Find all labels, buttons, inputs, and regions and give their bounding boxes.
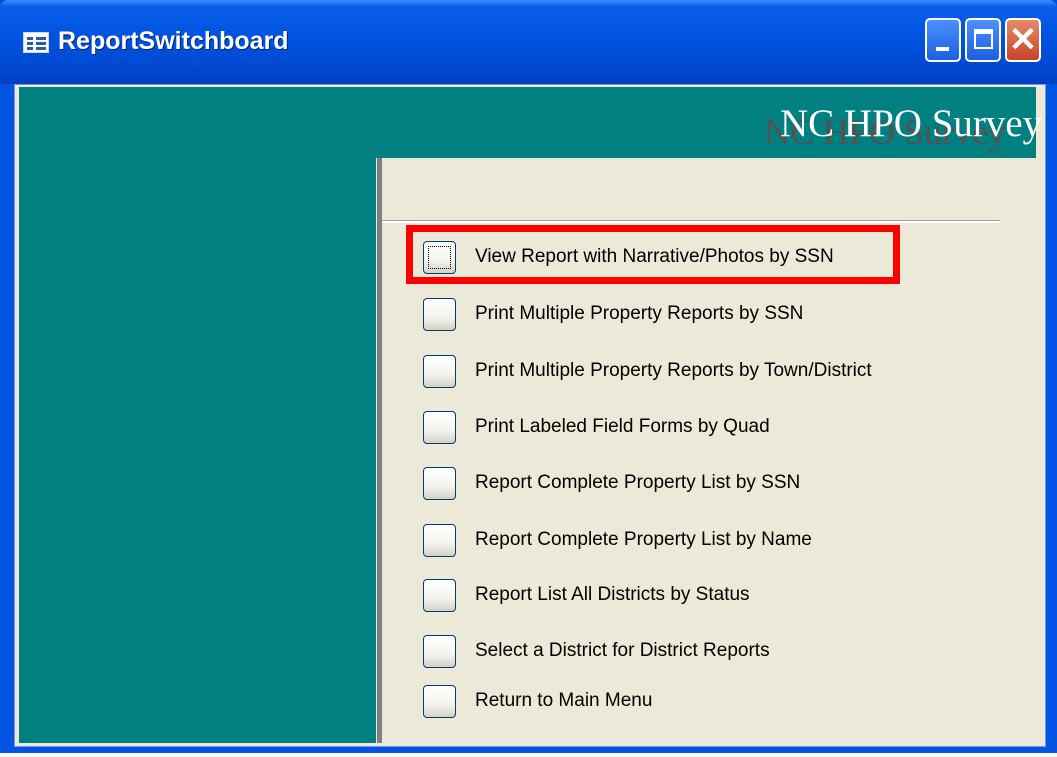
menu-item-label[interactable]: Report List All Districts by Status bbox=[475, 584, 750, 606]
report-switchboard-window: ReportSwitchboard ✕ NC HPO Survey NC HPO… bbox=[0, 0, 1057, 753]
menu-item-label[interactable]: Select a District for District Reports bbox=[475, 640, 770, 662]
form-icon bbox=[23, 32, 49, 53]
minimize-icon bbox=[936, 47, 949, 51]
header-band: NC HPO Survey NC HPO Survey Database bbox=[376, 87, 1045, 158]
close-button[interactable]: ✕ bbox=[1005, 18, 1041, 62]
close-icon: ✕ bbox=[1008, 21, 1038, 59]
maximize-icon bbox=[974, 29, 993, 49]
title-bar[interactable]: ReportSwitchboard ✕ bbox=[0, 0, 1057, 84]
menu-item-button[interactable] bbox=[423, 524, 456, 557]
menu-item-label[interactable]: View Report with Narrative/Photos by SSN bbox=[475, 246, 834, 268]
menu-item-button[interactable] bbox=[423, 635, 456, 668]
menu-item-button[interactable] bbox=[423, 241, 456, 274]
menu-item-button[interactable] bbox=[423, 298, 456, 331]
menu-item-label[interactable]: Report Complete Property List by Name bbox=[475, 529, 812, 551]
window-title: ReportSwitchboard bbox=[58, 27, 289, 55]
menu-item-button[interactable] bbox=[423, 355, 456, 388]
maximize-button[interactable] bbox=[965, 18, 1001, 62]
minimize-button[interactable] bbox=[925, 18, 961, 62]
menu-item-button[interactable] bbox=[423, 685, 456, 718]
menu-item-button[interactable] bbox=[423, 411, 456, 444]
menu-item-label[interactable]: Print Multiple Property Reports by Town/… bbox=[475, 360, 872, 382]
menu-item-button[interactable] bbox=[423, 467, 456, 500]
menu-item-button[interactable] bbox=[423, 579, 456, 612]
vertical-divider bbox=[377, 158, 382, 743]
menu-item-label[interactable]: Report Complete Property List by SSN bbox=[475, 472, 800, 494]
left-teal-panel bbox=[19, 87, 376, 743]
header-title: NC HPO Survey Database bbox=[780, 102, 1045, 145]
menu-item-label[interactable]: Return to Main Menu bbox=[475, 690, 652, 712]
horizontal-divider bbox=[382, 220, 1000, 223]
menu-item-label[interactable]: Print Multiple Property Reports by SSN bbox=[475, 303, 803, 325]
switchboard-form: NC HPO Survey NC HPO Survey Database Vie… bbox=[14, 84, 1046, 747]
menu-item-label[interactable]: Print Labeled Field Forms by Quad bbox=[475, 416, 770, 438]
